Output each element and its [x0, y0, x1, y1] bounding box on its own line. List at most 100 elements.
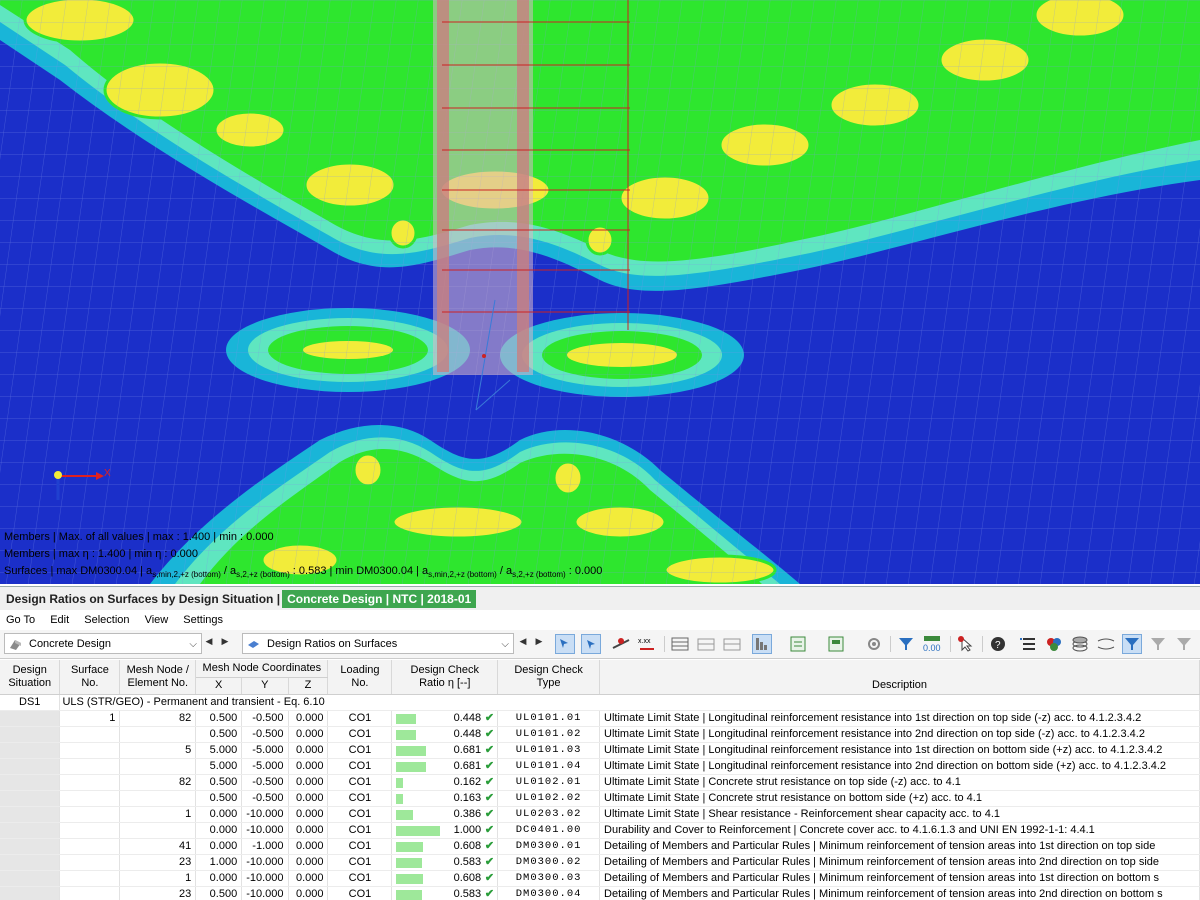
col-loading[interactable]: Loading No. [327, 660, 393, 695]
select-icon[interactable] [555, 634, 575, 654]
ratio-value: 0.583 [453, 855, 482, 868]
export-icon[interactable] [788, 634, 808, 654]
list-icon[interactable] [1018, 634, 1038, 654]
prev-table-button[interactable]: ◀ [518, 636, 528, 647]
mesh-node-cell: 5 [119, 742, 197, 759]
settings-icon[interactable] [864, 634, 884, 654]
mesh-node-cell: 82 [119, 774, 197, 791]
pointer-icon[interactable] [956, 634, 976, 654]
colors-icon[interactable] [1044, 634, 1064, 654]
table-insert-icon[interactable] [696, 634, 716, 654]
col-surface-no[interactable]: Surface No. [59, 660, 121, 695]
table-icon[interactable] [670, 634, 690, 654]
group-title: ULS (STR/GEO) - Permanent and transient … [59, 694, 1200, 711]
ratio-cell: 0.448 ✔ [391, 710, 499, 727]
col-z[interactable]: Z [288, 677, 329, 695]
surface-no-cell [59, 822, 121, 839]
results-panel-title: Design Ratios on Surfaces by Design Situ… [0, 586, 1200, 611]
mesh-node-cell [119, 822, 197, 839]
loading-cell: CO1 [327, 838, 393, 855]
table-delete-icon[interactable] [722, 634, 742, 654]
number-format-icon[interactable]: 0.00 [922, 634, 942, 654]
prev-module-button[interactable]: ◀ [204, 636, 214, 647]
col-group-coordinates: Mesh Node Coordinates [195, 660, 329, 678]
table-row[interactable]: 23 1.000 -10.000 0.000 CO1 0.583 ✔ DM0300.02 Det… [0, 854, 1200, 871]
coord-z-cell: 0.000 [288, 870, 329, 887]
filter-option-icon[interactable] [1174, 634, 1194, 654]
mesh-node-cell: 23 [119, 854, 197, 871]
print-icon[interactable] [826, 634, 846, 654]
col-ratio[interactable]: Design Check Ratio η [--] [391, 660, 499, 695]
menu-view[interactable]: View [139, 610, 175, 630]
next-module-button[interactable]: ▶ [220, 636, 230, 647]
group-row[interactable]: DS1 ULS (STR/GEO) - Permanent and transi… [0, 694, 1200, 711]
check-type-cell: DM0300.03 [497, 870, 601, 887]
col-mesh-node[interactable]: Mesh Node / Element No. [119, 660, 197, 695]
table-row[interactable]: 5 5.000 -5.000 0.000 CO1 0.681 ✔ UL0101.03 Ultim… [0, 742, 1200, 759]
table-row[interactable]: 1 0.000 -10.000 0.000 CO1 0.608 ✔ DM0300.03 Deta… [0, 870, 1200, 887]
col-check-type[interactable]: Design Check Type [497, 660, 601, 695]
ratio-value: 0.448 [453, 727, 482, 740]
ratio-cell: 0.608 ✔ [391, 870, 499, 887]
menu-edit[interactable]: Edit [44, 610, 75, 630]
coord-y-cell: -5.000 [241, 758, 289, 775]
table-row[interactable]: 82 0.500 -0.500 0.000 CO1 0.162 ✔ UL0102.01 Ulti… [0, 774, 1200, 791]
table-row[interactable]: 5.000 -5.000 0.000 CO1 0.681 ✔ UL0101.04 Ultima… [0, 758, 1200, 775]
ratio-cell: 0.448 ✔ [391, 726, 499, 743]
menu-selection[interactable]: Selection [78, 610, 135, 630]
ratio-cell: 0.681 ✔ [391, 758, 499, 775]
ratio-cell: 0.583 ✔ [391, 886, 499, 900]
ratio-cell: 0.583 ✔ [391, 854, 499, 871]
result-table-select[interactable]: Design Ratios on Surfaces ⌵ [242, 633, 514, 654]
loading-cell: CO1 [327, 710, 393, 727]
coord-z-cell: 0.000 [288, 758, 329, 775]
coord-y-cell: -10.000 [241, 870, 289, 887]
filter-active-icon[interactable] [1122, 634, 1142, 654]
table-row[interactable]: 0.500 -0.500 0.000 CO1 0.163 ✔ UL0102.02 Ultima… [0, 790, 1200, 807]
table-row[interactable]: 41 0.000 -1.000 0.000 CO1 0.608 ✔ DM0300.01 Deta… [0, 838, 1200, 855]
ratio-cell: 0.163 ✔ [391, 790, 499, 807]
table-row[interactable]: 1 82 0.500 -0.500 0.000 CO1 0.448 ✔ UL0101.01 Ult… [0, 710, 1200, 727]
ratio-bar [396, 713, 417, 724]
result-table-select-value: Design Ratios on Surfaces [267, 638, 398, 650]
next-table-button[interactable]: ▶ [534, 636, 544, 647]
ratio-bar [396, 841, 424, 852]
menu-settings[interactable]: Settings [177, 610, 229, 630]
col-description[interactable]: Description [599, 660, 1200, 695]
filter-icon[interactable] [896, 634, 916, 654]
coord-z-cell: 0.000 [288, 774, 329, 791]
table-row[interactable]: 0.000 -10.000 0.000 CO1 1.000 ✔ DC0401.00 Durab… [0, 822, 1200, 839]
coord-y-cell: -10.000 [241, 806, 289, 823]
coord-y-cell: -0.500 [241, 774, 289, 791]
layers-icon[interactable] [1070, 634, 1090, 654]
col-design-situation[interactable]: Design Situation [0, 660, 61, 695]
coord-x-cell: 0.500 [195, 886, 243, 900]
result-values-icon[interactable] [611, 634, 631, 654]
mesh-node-cell: 23 [119, 886, 197, 900]
coord-z-cell: 0.000 [288, 838, 329, 855]
module-select[interactable]: Concrete Design ⌵ [4, 633, 202, 654]
description-cell: Ultimate Limit State | Longitudinal rein… [599, 758, 1200, 775]
col-x[interactable]: X [195, 677, 243, 695]
surface-no-cell [59, 742, 121, 759]
result-table-icon [248, 641, 259, 648]
col-y[interactable]: Y [241, 677, 289, 695]
chart-icon[interactable] [752, 634, 772, 654]
table-row[interactable]: 0.500 -0.500 0.000 CO1 0.448 ✔ UL0101.02 Ultima… [0, 726, 1200, 743]
help-icon[interactable]: ? [988, 634, 1008, 654]
coord-x-cell: 0.000 [195, 806, 243, 823]
scale-icon[interactable] [1096, 634, 1116, 654]
filter-clear-icon[interactable] [1148, 634, 1168, 654]
model-viewport[interactable]: X Members | Max. of all values | max : 1… [0, 0, 1200, 584]
results-table-container: Design Situation Surface No. Mesh Node / El… [0, 660, 1200, 900]
ratio-bar [396, 857, 423, 868]
results-table: Design Situation Surface No. Mesh Node / El… [0, 660, 1200, 900]
table-row[interactable]: 23 0.500 -10.000 0.000 CO1 0.583 ✔ DM0300.04 Det… [0, 886, 1200, 900]
coord-x-cell: 5.000 [195, 742, 243, 759]
decimal-icon[interactable]: x.xx [637, 634, 657, 654]
concrete-design-icon [10, 640, 21, 650]
menu-go-to[interactable]: Go To [0, 610, 41, 630]
ratio-value: 0.681 [453, 759, 482, 772]
pick-icon[interactable] [581, 634, 601, 654]
table-row[interactable]: 1 0.000 -10.000 0.000 CO1 0.386 ✔ UL0203.02 Ulti… [0, 806, 1200, 823]
